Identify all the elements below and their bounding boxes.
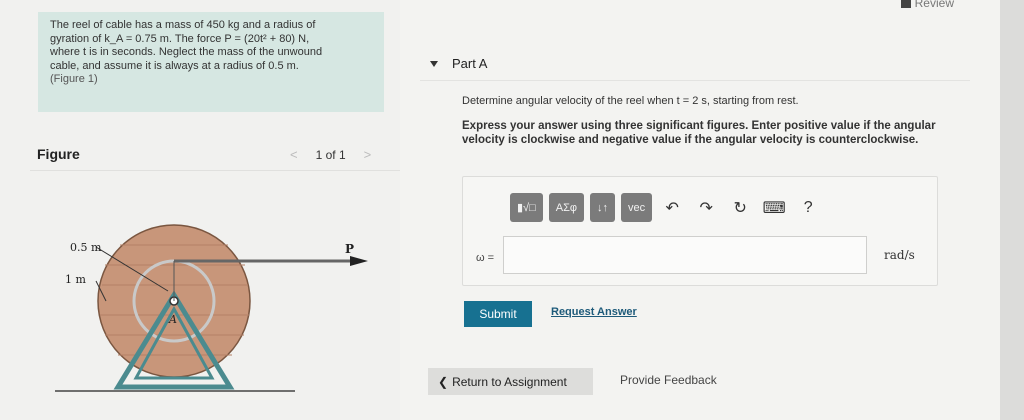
page-indicator: 1 of 1 [315, 147, 346, 162]
reset-icon[interactable]: ↻ [726, 194, 754, 222]
problem-line: where t is in seconds. Neglect the mass … [50, 46, 323, 58]
divider [420, 80, 970, 81]
outer-radius-label: 0.5 m [70, 241, 102, 254]
chevron-left-icon: ❮ [438, 374, 449, 389]
answer-input[interactable] [503, 236, 867, 274]
instructions-text: Express your answer using three signific… [462, 120, 936, 146]
reel-figure: 0.5 m 1 m P A [55, 224, 368, 392]
templates-button[interactable]: ▮√□ [510, 193, 543, 222]
help-icon[interactable]: ? [794, 194, 822, 222]
provide-feedback-link[interactable]: Provide Feedback [620, 373, 717, 387]
inner-radius-label: 1 m [65, 273, 86, 286]
force-label: P [345, 242, 354, 256]
force-arrow [350, 256, 368, 266]
return-label: Return to Assignment [452, 374, 567, 389]
answer-variable-label: ω = [476, 252, 495, 264]
problem-statement: The reel of cable has a mass of 450 kg a… [38, 12, 384, 112]
problem-line: The reel of cable has a mass of 450 kg a… [50, 19, 316, 31]
prev-figure-button[interactable]: < [290, 147, 298, 162]
undo-icon[interactable]: ↶ [658, 194, 686, 222]
unit-label: rad/s [884, 248, 915, 262]
keyboard-icon[interactable]: ⌨ [760, 194, 788, 222]
point-a-label: A [168, 313, 177, 326]
part-a-toggle[interactable]: Part A [430, 56, 487, 71]
part-title: Part A [452, 56, 488, 71]
review-link[interactable]: Review [900, 0, 954, 10]
question-text: Determine angular velocity of the reel w… [462, 95, 799, 107]
vector-button[interactable]: vec [621, 193, 653, 222]
divider [30, 170, 400, 171]
next-figure-button[interactable]: > [364, 147, 372, 162]
scroll-edge[interactable] [1000, 0, 1024, 420]
figure-pager: < 1 of 1 > [290, 147, 371, 162]
submit-button[interactable]: Submit [464, 301, 532, 327]
greek-symbols-button[interactable]: ΑΣφ [548, 193, 585, 222]
review-icon [900, 0, 911, 8]
figure-heading: Figure [37, 146, 80, 162]
problem-line: cable, and assume it is always at a radi… [50, 59, 299, 72]
return-to-assignment-button[interactable]: ❮ Return to Assignment [428, 368, 593, 395]
figure-link[interactable]: (Figure 1) [50, 73, 372, 87]
request-answer-link[interactable]: Request Answer [551, 306, 637, 318]
redo-icon[interactable]: ↷ [692, 194, 720, 222]
arrows-button[interactable]: ↓↑ [590, 193, 616, 222]
collapse-triangle-icon [430, 60, 438, 67]
problem-line: gyration of k_A = 0.75 m. The force P = … [50, 32, 310, 45]
math-toolbar: ▮√□ ΑΣφ ↓↑ vec ↶ ↷ ↻ ⌨ ? [510, 193, 822, 222]
